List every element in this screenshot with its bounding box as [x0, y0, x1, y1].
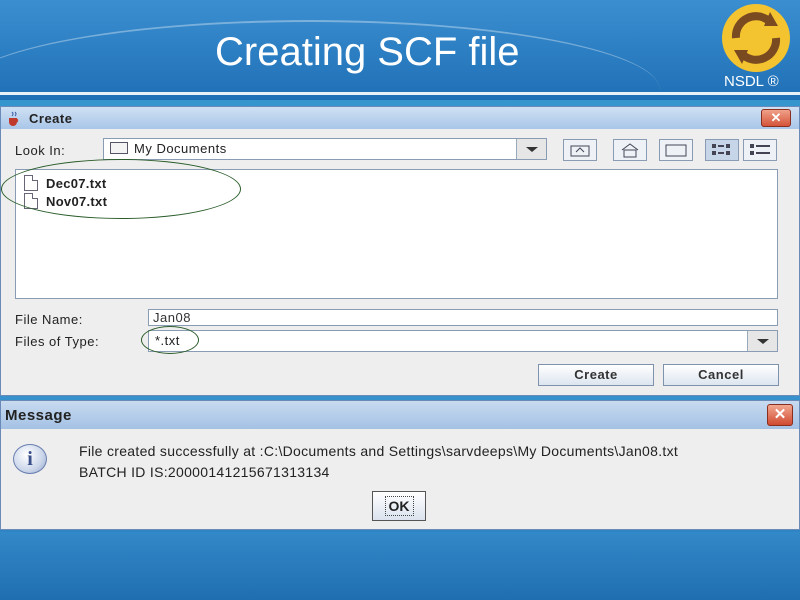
java-cup-icon	[9, 111, 19, 126]
ok-button[interactable]: OK	[372, 491, 426, 521]
message-dialog: Message ✕ i File created successfully at…	[0, 400, 800, 530]
files-of-type-dropdown-icon[interactable]	[747, 331, 777, 351]
annotation-ellipse-files	[1, 159, 241, 219]
folder-icon	[110, 142, 128, 154]
list-view-icon	[712, 144, 730, 155]
look-in-label: Look In:	[15, 143, 66, 158]
create-button[interactable]: Create	[538, 364, 654, 386]
slide-title: Creating SCF file	[215, 30, 520, 74]
message-line-1: File created successfully at :C:\Documen…	[79, 443, 679, 459]
files-of-type-combo[interactable]: *.txt	[148, 330, 778, 352]
up-folder-button[interactable]	[563, 139, 597, 161]
message-close-button[interactable]: ✕	[767, 404, 793, 426]
info-icon: i	[13, 444, 47, 474]
file-name-label: File Name:	[15, 312, 83, 327]
annotation-ellipse-type	[141, 326, 199, 354]
look-in-combo[interactable]: My Documents	[103, 138, 547, 160]
home-icon	[621, 143, 639, 158]
header-rule	[0, 92, 800, 95]
logo-label: NSDL ®	[724, 73, 779, 90]
message-title: Message	[5, 407, 72, 424]
ok-label: OK	[384, 496, 414, 516]
nsdl-logo-icon	[722, 4, 790, 72]
create-titlebar[interactable]: Create ✕	[1, 107, 799, 129]
create-dialog: Create ✕ Look In: My Documents Dec07.txt…	[0, 106, 800, 396]
up-folder-icon	[570, 145, 590, 157]
new-folder-icon	[665, 144, 687, 157]
details-view-button[interactable]	[743, 139, 777, 161]
list-view-button[interactable]	[705, 139, 739, 161]
message-line-2: BATCH ID IS:20000141215671313134	[79, 464, 330, 480]
look-in-dropdown-icon[interactable]	[516, 139, 546, 159]
message-titlebar[interactable]: Message ✕	[1, 401, 799, 429]
look-in-value: My Documents	[134, 141, 227, 156]
home-button[interactable]	[613, 139, 647, 161]
create-close-button[interactable]: ✕	[761, 109, 791, 127]
cancel-button[interactable]: Cancel	[663, 364, 779, 386]
slide-header: Creating SCF file NSDL ®	[0, 0, 800, 100]
create-title: Create	[29, 110, 73, 126]
files-of-type-label: Files of Type:	[15, 334, 100, 349]
file-name-input[interactable]: Jan08	[148, 309, 778, 326]
details-view-icon	[750, 144, 770, 155]
new-folder-button[interactable]	[659, 139, 693, 161]
slide-footer-band	[0, 532, 800, 600]
